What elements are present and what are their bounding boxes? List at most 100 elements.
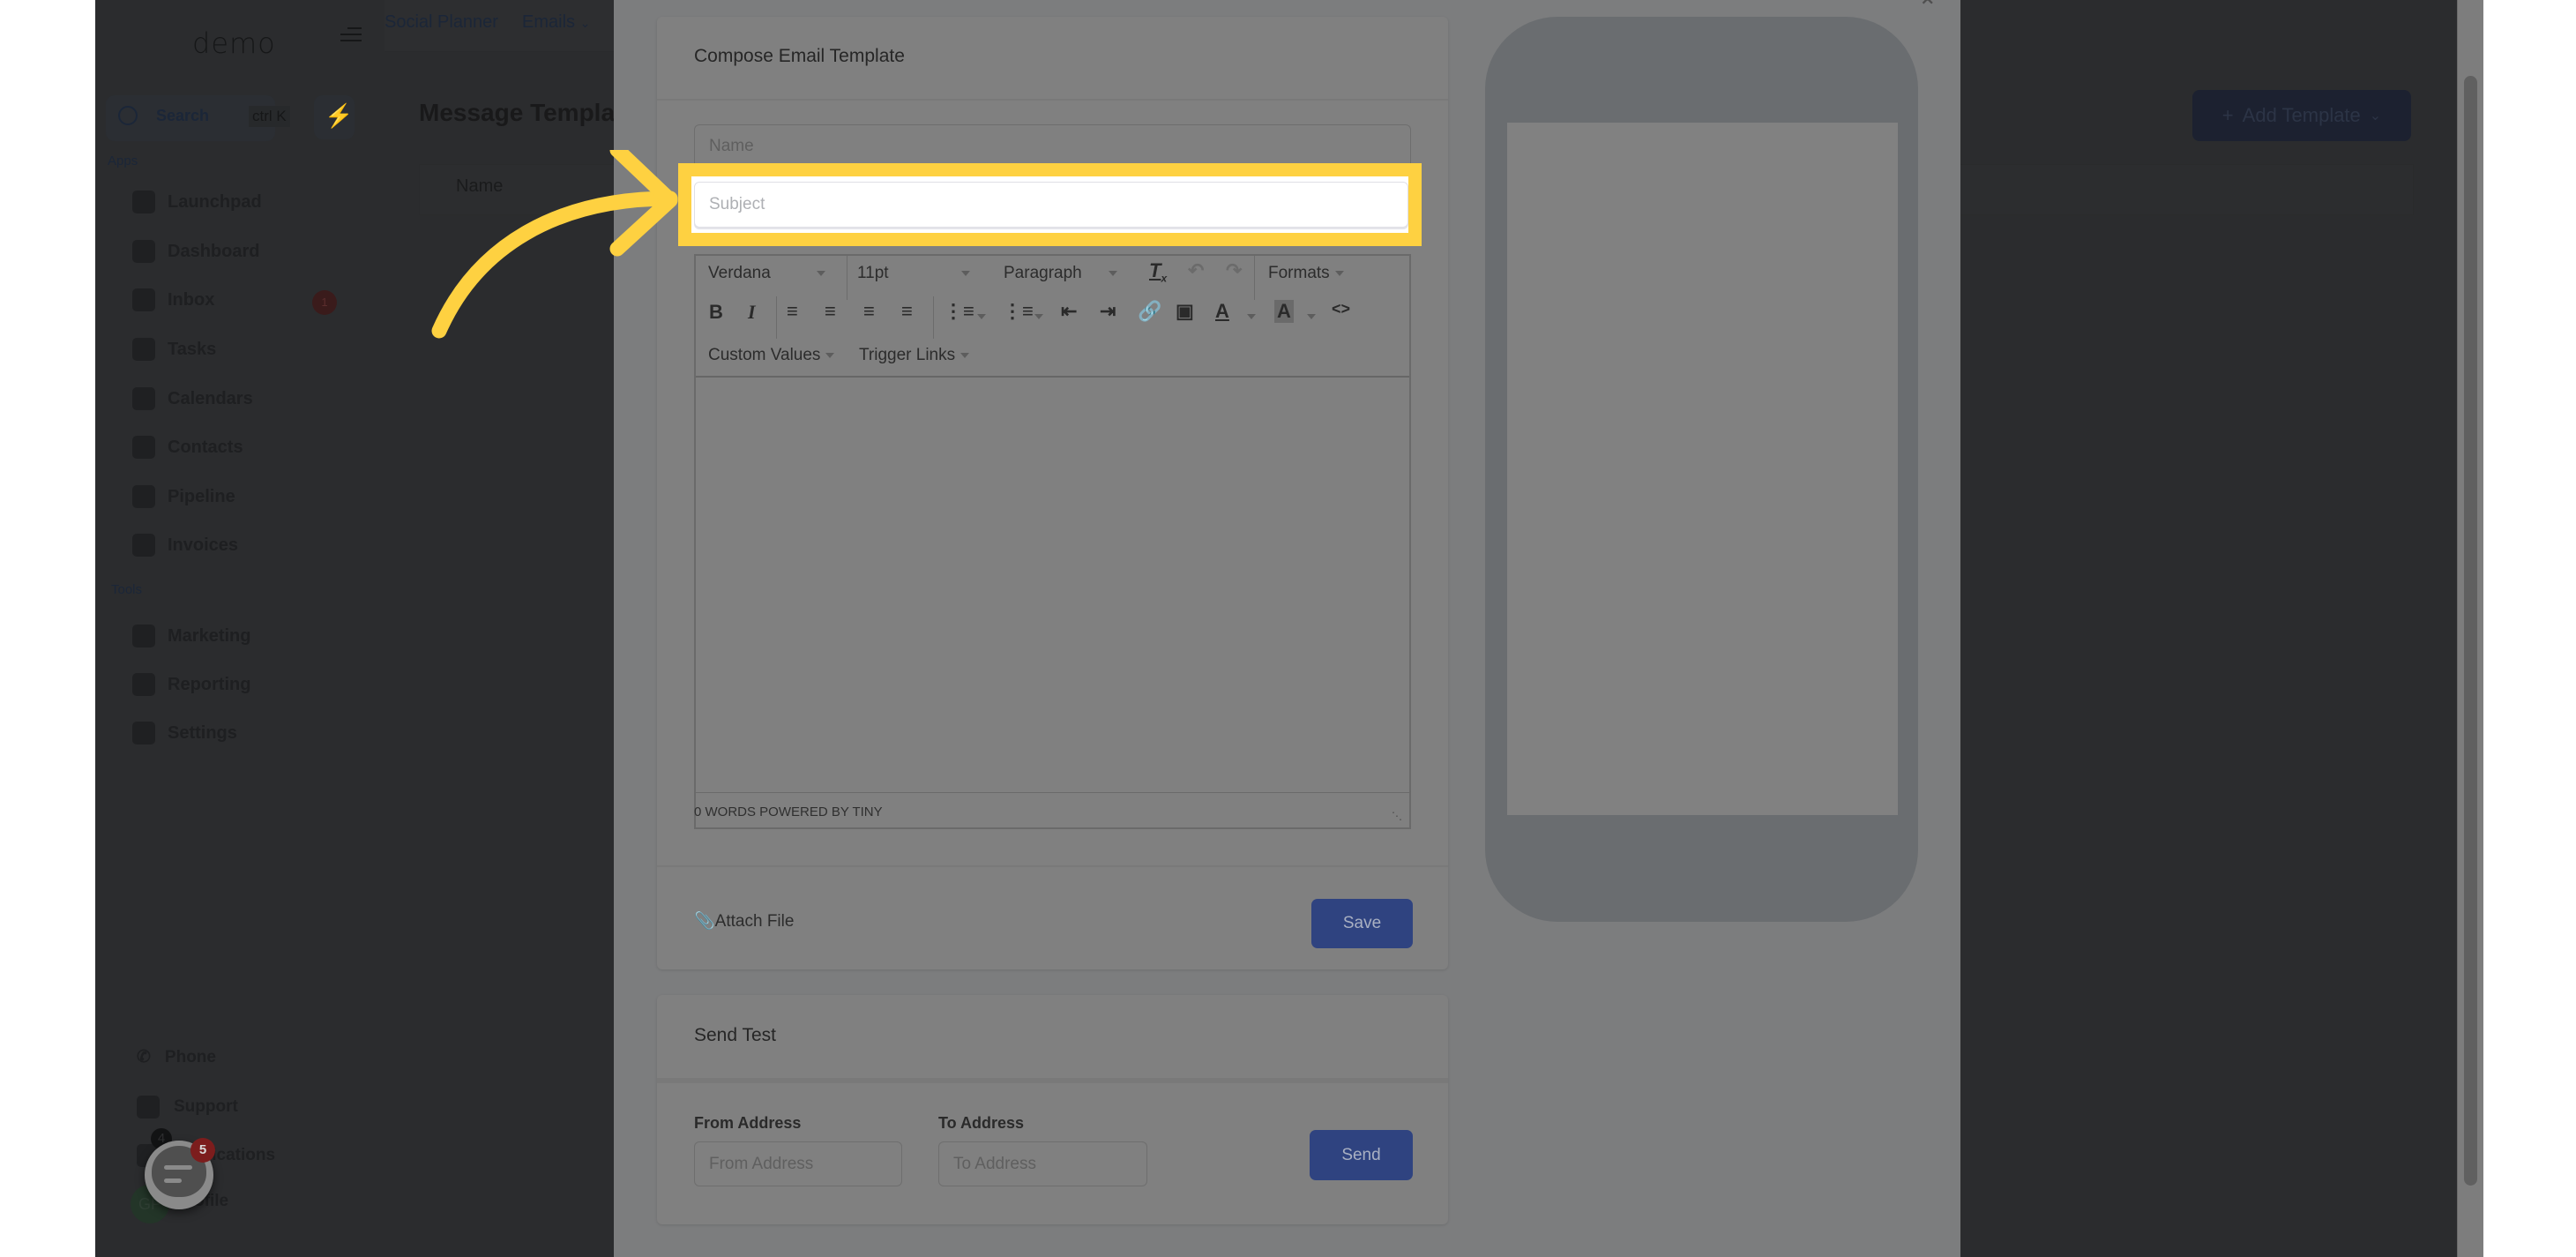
invoices-icon [132, 534, 155, 557]
lightning-icon: ⚡ [325, 102, 354, 129]
custom-values-label: Custom Values [708, 346, 821, 364]
caret-down-icon [960, 352, 970, 358]
resize-handle-icon[interactable]: ⋱ [1392, 810, 1402, 822]
topnav-social-planner[interactable]: Social Planner [385, 12, 498, 33]
sidebar-item-settings[interactable]: Settings [132, 722, 237, 744]
text-color-icon[interactable]: A [1215, 300, 1229, 323]
caret-down-icon [1108, 270, 1117, 276]
toolbar-separator [776, 296, 777, 339]
formats-menu[interactable]: Formats [1268, 264, 1344, 283]
name-placeholder: Name [709, 137, 754, 155]
toolbar-separator [933, 296, 934, 339]
send-button[interactable]: Send [1310, 1130, 1413, 1180]
sidebar-item-label: Launchpad [168, 191, 262, 212]
name-input[interactable]: Name [694, 124, 1411, 168]
caret-down-icon [825, 352, 835, 358]
align-left-icon[interactable]: ≡ [787, 300, 798, 323]
from-address-label: From Address [694, 1114, 802, 1132]
sidebar-item-contacts[interactable]: Contacts [132, 436, 243, 459]
bullet-list-icon[interactable]: ⋮≡ [944, 300, 974, 323]
chat-unread-badge: 5 [190, 1138, 215, 1163]
chevron-down-icon: ⌄ [2369, 108, 2382, 123]
scrollbar-thumb[interactable] [2464, 76, 2477, 1186]
megaphone-icon [132, 625, 155, 647]
from-address-input[interactable]: From Address [694, 1141, 902, 1186]
link-icon[interactable]: 🔗 [1138, 300, 1161, 323]
undo-icon[interactable]: ↶ [1188, 259, 1204, 282]
to-address-placeholder: To Address [953, 1154, 1036, 1173]
statusbar-divider [696, 792, 1409, 793]
calendar-icon [132, 387, 155, 410]
sidebar-item-marketing[interactable]: Marketing [132, 625, 250, 647]
sidebar-item-pipeline[interactable]: Pipeline [132, 485, 235, 508]
align-justify-icon[interactable]: ≡ [901, 300, 913, 323]
sidebar-item-invoices[interactable]: Invoices [132, 534, 238, 557]
image-icon[interactable]: ▣ [1176, 300, 1194, 323]
pie-chart-icon [132, 673, 155, 696]
align-right-icon[interactable]: ≡ [863, 300, 875, 323]
add-template-label: Add Template [2242, 104, 2361, 126]
custom-values-menu[interactable]: Custom Values [708, 346, 835, 365]
inbox-badge: 1 [312, 290, 337, 315]
font-size-select[interactable]: 11pt [857, 264, 970, 283]
sidebar-item-reporting[interactable]: Reporting [132, 673, 250, 696]
search-icon [118, 106, 138, 125]
save-button[interactable]: Save [1311, 899, 1413, 948]
editor-content-area[interactable] [696, 378, 1409, 792]
subject-input[interactable] [694, 182, 1408, 228]
attach-file-button[interactable]: 📎Attach File [694, 910, 794, 932]
sidebar-item-launchpad[interactable]: Launchpad [132, 191, 262, 213]
plus-icon: + [2221, 104, 2234, 126]
font-family-select[interactable]: Verdana [708, 264, 825, 283]
indent-icon[interactable]: ⇥ [1100, 300, 1116, 323]
sidebar-item-label: Pipeline [168, 486, 235, 506]
add-template-button[interactable]: + Add Template ⌄ [2192, 90, 2411, 141]
launchpad-icon [132, 191, 155, 213]
sidebar-item-tasks[interactable]: Tasks [132, 338, 216, 361]
topnav-emails[interactable]: Emails ⌄ [522, 12, 590, 33]
sidebar-item-support[interactable]: Support [137, 1096, 238, 1119]
bold-icon[interactable]: B [709, 301, 723, 324]
paperclip-icon: 📎 [694, 912, 715, 931]
trigger-links-menu[interactable]: Trigger Links [859, 346, 970, 365]
caret-down-icon[interactable] [1307, 309, 1316, 325]
sidebar-item-inbox[interactable]: Inbox [132, 288, 214, 311]
to-address-label: To Address [938, 1114, 1025, 1132]
background-color-icon[interactable]: A [1274, 300, 1294, 323]
to-address-input[interactable]: To Address [938, 1141, 1147, 1186]
block-format-select[interactable]: Paragraph [1004, 264, 1117, 283]
italic-icon[interactable]: I [748, 301, 756, 324]
sidebar-item-label: Invoices [168, 535, 239, 555]
close-icon[interactable]: ⌃ [1917, 0, 1938, 22]
block-format-value: Paragraph [1004, 264, 1082, 282]
numbered-list-icon[interactable]: ⋮≡ [1003, 300, 1034, 323]
caret-down-icon[interactable] [977, 309, 986, 325]
trigger-links-label: Trigger Links [859, 346, 956, 364]
sidebar-item-label: Calendars [168, 388, 253, 408]
compose-card-title: Compose Email Template [694, 46, 905, 66]
outdent-icon[interactable]: ⇤ [1061, 300, 1077, 323]
send-test-title: Send Test [694, 1025, 777, 1045]
align-center-icon[interactable]: ≡ [825, 300, 836, 323]
sidebar-item-label: Marketing [168, 625, 251, 646]
sidebar-section-tools: Tools [111, 582, 143, 597]
source-code-icon[interactable]: <> [1332, 300, 1350, 318]
menu-toggle-icon[interactable] [340, 23, 362, 46]
caret-down-icon[interactable] [1247, 309, 1256, 325]
sidebar-item-dashboard[interactable]: Dashboard [132, 240, 259, 263]
attach-file-label: Attach File [714, 912, 795, 931]
sidebar-item-label: Inbox [168, 289, 215, 310]
sidebar-item-phone[interactable]: ✆ Phone [137, 1047, 216, 1067]
toolbar-separator [1254, 256, 1255, 300]
divider [657, 1078, 1448, 1083]
support-icon [137, 1096, 160, 1119]
redo-icon[interactable]: ↷ [1226, 259, 1242, 282]
pipeline-icon [132, 485, 155, 508]
chevron-down-icon: ⌄ [579, 16, 591, 30]
divider [657, 865, 1448, 867]
contacts-icon [132, 436, 155, 459]
clear-formatting-icon[interactable]: Tx [1149, 259, 1167, 284]
caret-down-icon[interactable] [1034, 309, 1043, 325]
sidebar-item-calendars[interactable]: Calendars [132, 387, 253, 410]
divider [657, 99, 1448, 101]
